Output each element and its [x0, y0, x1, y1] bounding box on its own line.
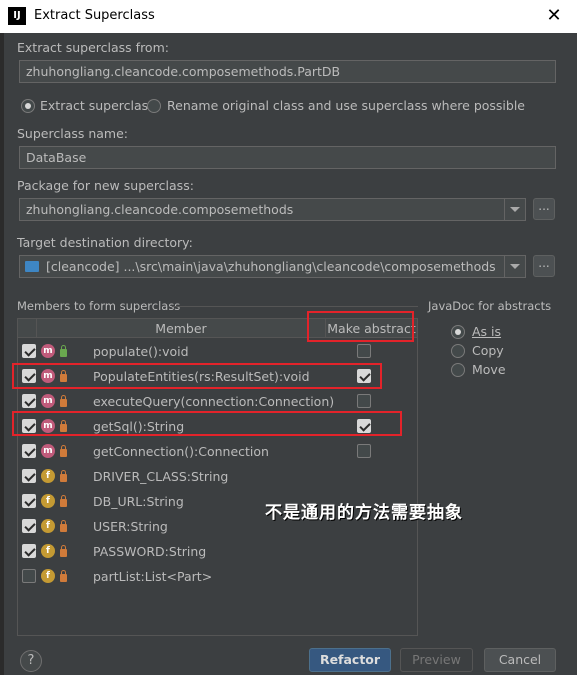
help-button[interactable]: ? [20, 650, 42, 672]
make-abstract-checkbox[interactable] [357, 444, 371, 458]
superclass-name-input[interactable]: DataBase [19, 146, 556, 169]
method-icon: m [41, 394, 55, 408]
member-row[interactable]: f PASSWORD:String [18, 539, 417, 564]
javadoc-asis-label[interactable]: As is [472, 324, 501, 339]
close-icon[interactable]: ✕ [540, 4, 568, 30]
member-row[interactable]: m populate():void [18, 339, 417, 364]
target-dropdown-arrow[interactable] [504, 256, 524, 277]
source-class-label: Extract superclass from: [17, 40, 169, 55]
member-row[interactable]: f DRIVER_CLASS:String [18, 464, 417, 489]
member-signature: populate():void [93, 344, 189, 359]
extract-superclass-radio[interactable] [21, 99, 35, 113]
intellij-app-icon: IJ [8, 7, 26, 25]
javadoc-asis-radio[interactable] [451, 325, 465, 339]
javadoc-move-label[interactable]: Move [472, 362, 506, 377]
public-visibility-icon [60, 345, 67, 357]
header-check-column [18, 319, 37, 338]
superclass-name-label: Superclass name: [17, 126, 129, 141]
private-lock-icon [60, 445, 67, 457]
window-title: Extract Superclass [34, 8, 155, 23]
field-icon: f [41, 519, 55, 533]
annotation-text: 不是通用的方法需要抽象 [265, 503, 463, 523]
private-lock-icon [60, 395, 67, 407]
package-browse-button[interactable]: ... [533, 198, 555, 220]
members-label: Members to form superclass [17, 299, 181, 313]
member-signature: partList:List<Part> [93, 569, 213, 584]
field-icon: f [41, 494, 55, 508]
target-browse-button[interactable]: ... [533, 255, 555, 277]
title-bar: IJ Extract Superclass ✕ [0, 0, 577, 33]
member-include-checkbox[interactable] [22, 394, 36, 408]
member-include-checkbox[interactable] [22, 544, 36, 558]
field-icon: f [41, 469, 55, 483]
make-abstract-checkbox[interactable] [357, 394, 371, 408]
cancel-button[interactable]: Cancel [484, 648, 556, 672]
target-directory-label: Target destination directory: [17, 235, 193, 250]
source-class-field[interactable]: zhuhongliang.cleancode.composemethods.Pa… [19, 60, 556, 83]
member-signature: USER:String [93, 519, 168, 534]
member-include-checkbox[interactable] [22, 494, 36, 508]
private-lock-icon [60, 545, 67, 557]
package-dropdown-arrow[interactable] [504, 199, 524, 220]
target-directory-text: [cleancode] ...\src\main\java\zhuhonglia… [46, 259, 496, 274]
javadoc-copy-label[interactable]: Copy [472, 343, 504, 358]
javadoc-move-radio[interactable] [451, 363, 465, 377]
make-abstract-highlight [307, 311, 414, 342]
javadoc-copy-radio[interactable] [451, 344, 465, 358]
field-icon: f [41, 569, 55, 583]
header-member[interactable]: Member [37, 319, 326, 338]
member-row[interactable]: f partList:List<Part> [18, 564, 417, 589]
private-lock-icon [60, 520, 67, 532]
member-include-checkbox[interactable] [22, 519, 36, 533]
member-signature: DB_URL:String [93, 494, 184, 509]
editor-edge [0, 33, 4, 675]
member-row[interactable]: m getConnection():Connection [18, 439, 417, 464]
member-include-checkbox[interactable] [22, 469, 36, 483]
populate-entities-highlight [12, 363, 382, 389]
javadoc-label: JavaDoc for abstracts [428, 299, 552, 313]
private-lock-icon [60, 495, 67, 507]
private-lock-icon [60, 570, 67, 582]
members-separator [172, 306, 418, 307]
preview-button[interactable]: Preview [400, 648, 473, 672]
member-signature: PASSWORD:String [93, 544, 207, 559]
member-include-checkbox[interactable] [22, 444, 36, 458]
package-label: Package for new superclass: [17, 178, 194, 193]
private-lock-icon [60, 470, 67, 482]
target-directory-combo[interactable]: [cleancode] ...\src\main\java\zhuhonglia… [19, 255, 526, 278]
rename-original-radio[interactable] [147, 99, 161, 113]
rename-original-label[interactable]: Rename original class and use superclass… [167, 98, 525, 113]
method-icon: m [41, 344, 55, 358]
refactor-button[interactable]: Refactor [309, 648, 391, 672]
member-include-checkbox[interactable] [22, 344, 36, 358]
extract-superclass-label[interactable]: Extract superclass [40, 98, 155, 113]
getsql-highlight [12, 411, 402, 436]
member-include-checkbox[interactable] [22, 569, 36, 583]
field-icon: f [41, 544, 55, 558]
member-signature: DRIVER_CLASS:String [93, 469, 229, 484]
package-combo[interactable]: zhuhongliang.cleancode.composemethods [19, 198, 526, 221]
method-icon: m [41, 444, 55, 458]
make-abstract-checkbox[interactable] [357, 344, 371, 358]
member-signature: getConnection():Connection [93, 444, 269, 459]
folder-icon [25, 261, 39, 272]
member-signature: executeQuery(connection:Connection) [93, 394, 335, 409]
